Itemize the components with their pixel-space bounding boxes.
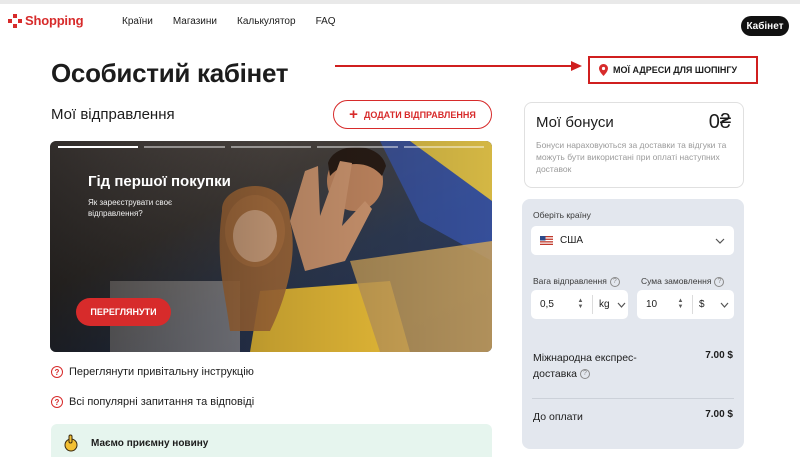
divider [692, 295, 693, 314]
country-value: США [560, 235, 584, 246]
country-label: Оберіть країну [533, 210, 591, 220]
nav-calculator[interactable]: Калькулятор [237, 16, 296, 27]
weight-unit-select[interactable]: kg [599, 299, 610, 310]
banner-view-button[interactable]: ПЕРЕГЛЯНУТИ [76, 298, 171, 326]
bonus-value: 0₴ [708, 111, 731, 133]
main-nav: Країни Магазини Калькулятор FAQ [122, 16, 356, 27]
annotation-arrow-icon [335, 61, 582, 71]
express-delivery-row: Міжнародна експрес-доставка? 7.00 $ [533, 350, 733, 382]
addresses-label: МОЇ АДРЕСИ ДЛЯ ШОПІНГУ [613, 65, 738, 75]
map-pin-icon [599, 64, 608, 76]
help-icon[interactable]: ? [714, 276, 725, 287]
banner-slide-indicator[interactable] [58, 146, 139, 148]
order-sum-label-text: Сума замовлення [641, 276, 712, 286]
plus-icon: + [349, 106, 358, 123]
help-icon[interactable]: ? [609, 276, 620, 287]
total-value: 7.00 $ [705, 409, 733, 420]
nav-countries[interactable]: Країни [122, 16, 153, 27]
add-shipment-button[interactable]: + ДОДАТИ ВІДПРАВЛЕННЯ [333, 100, 492, 129]
first-purchase-guide-banner[interactable]: Гід першої покупки Як зареєструвати своє… [50, 141, 492, 352]
banner-slide-indicator[interactable] [317, 146, 398, 148]
banner-progress [58, 146, 485, 148]
faq-link[interactable]: ? Всі популярні запитання та відповіді [51, 396, 254, 408]
divider [592, 295, 593, 314]
bonus-card: Мої бонуси 0₴ Бонуси нараховуються за до… [524, 102, 744, 188]
question-icon: ? [51, 396, 63, 408]
total-label: До оплати [533, 411, 583, 423]
logo[interactable]: Shopping [8, 13, 84, 28]
us-flag-icon [540, 236, 553, 245]
news-title: Маємо приємну новину [91, 438, 209, 449]
weight-stepper-icon[interactable]: ▲ ▼ [577, 298, 584, 310]
chevron-down-icon [720, 302, 729, 308]
order-sum-field[interactable]: 10 ▲ ▼ $ [637, 290, 734, 319]
faq-label: Всі популярні запитання та відповіді [69, 396, 255, 408]
banner-slide-indicator[interactable] [403, 146, 485, 148]
banner-subtitle: Як зареєструвати своє відправлення? [88, 198, 173, 218]
cabinet-button[interactable]: Кабінет [741, 16, 789, 36]
order-sum-input[interactable]: 10 [646, 299, 657, 310]
my-shopping-addresses-button[interactable]: МОЇ АДРЕСИ ДЛЯ ШОПІНГУ [588, 56, 758, 84]
banner-title: Гід першої покупки [88, 173, 231, 190]
banner-slide-indicator[interactable] [144, 146, 225, 148]
shipments-title: Мої відправлення [51, 106, 175, 123]
welcome-guide-link[interactable]: ? Переглянути привітальну інструкцію [51, 366, 254, 378]
bonus-title: Мої бонуси [536, 114, 614, 131]
country-select[interactable]: США [531, 226, 734, 255]
order-sum-label: Сума замовлення? [641, 276, 725, 287]
question-icon: ? [51, 366, 63, 378]
weight-field[interactable]: 0,5 ▲ ▼ kg [531, 290, 628, 319]
calc-divider [532, 398, 734, 399]
currency-select[interactable]: $ [699, 299, 705, 310]
page-title: Особистий кабінет [51, 58, 289, 88]
chevron-down-icon [617, 302, 626, 308]
weight-label: Вага відправлення? [533, 276, 620, 287]
logo-text: Shopping [25, 13, 84, 28]
delivery-calculator: Оберіть країну США Вага відправлення? Су… [522, 199, 744, 449]
weight-input[interactable]: 0,5 [540, 299, 554, 310]
site-header: Shopping Країни Магазини Калькулятор FAQ… [0, 4, 800, 40]
express-delivery-value: 7.00 $ [705, 350, 733, 361]
welcome-guide-label: Переглянути привітальну інструкцію [69, 366, 254, 378]
add-shipment-label: ДОДАТИ ВІДПРАВЛЕННЯ [363, 109, 476, 120]
logo-mark-icon [8, 13, 22, 28]
nav-stores[interactable]: Магазини [173, 16, 217, 27]
bonus-description: Бонуси нараховуються за доставки та відг… [536, 140, 727, 174]
nav-faq[interactable]: FAQ [316, 16, 336, 27]
weight-label-text: Вага відправлення [533, 276, 607, 286]
chevron-down-icon [715, 238, 725, 244]
help-icon[interactable]: ? [580, 369, 590, 380]
total-row: До оплати 7.00 $ [533, 409, 733, 425]
express-delivery-label: Міжнародна експрес-доставка? [533, 350, 658, 382]
good-news-card[interactable]: Маємо приємну новину [51, 424, 492, 457]
banner-slide-indicator[interactable] [230, 146, 312, 148]
order-sum-stepper-icon[interactable]: ▲ ▼ [677, 298, 684, 310]
hand-emoji-icon [64, 434, 78, 452]
